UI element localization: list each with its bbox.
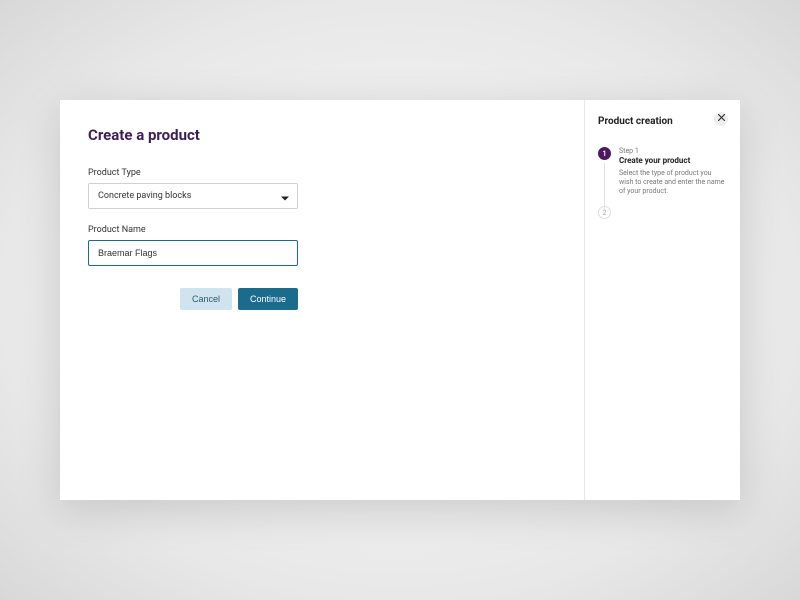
step-label-1: Step 1 [619, 147, 727, 155]
close-icon [718, 114, 725, 124]
step-1: 1 Step 1 Create your product Select the … [598, 147, 727, 196]
field-product-type: Product Type Concrete paving blocks [88, 168, 556, 209]
product-type-label: Product Type [88, 168, 556, 178]
close-button[interactable] [714, 112, 728, 126]
product-name-label: Product Name [88, 225, 556, 235]
dialog-window: Create a product Product Type Concrete p… [60, 100, 740, 500]
continue-button[interactable]: Continue [238, 288, 298, 310]
step-desc-1: Select the type of product you wish to c… [619, 169, 727, 196]
step-list: 1 Step 1 Create your product Select the … [598, 147, 727, 219]
product-type-select[interactable]: Concrete paving blocks [88, 183, 298, 209]
sidebar-title: Product creation [598, 116, 727, 127]
product-type-select-wrap: Concrete paving blocks [88, 183, 298, 209]
form-actions: Cancel Continue [88, 288, 298, 310]
cancel-button[interactable]: Cancel [180, 288, 232, 310]
page-title: Create a product [88, 126, 556, 144]
product-type-value: Concrete paving blocks [98, 191, 191, 201]
step-2: 2 [598, 206, 727, 219]
step-connector [604, 163, 605, 211]
sidebar-panel: Product creation 1 Step 1 Create your pr… [585, 100, 740, 500]
main-panel: Create a product Product Type Concrete p… [60, 100, 585, 500]
step-title-1: Create your product [619, 156, 727, 165]
step-body-1: Step 1 Create your product Select the ty… [619, 147, 727, 196]
field-product-name: Product Name [88, 225, 556, 266]
product-name-input[interactable] [88, 240, 298, 266]
step-badge-1: 1 [598, 147, 611, 160]
